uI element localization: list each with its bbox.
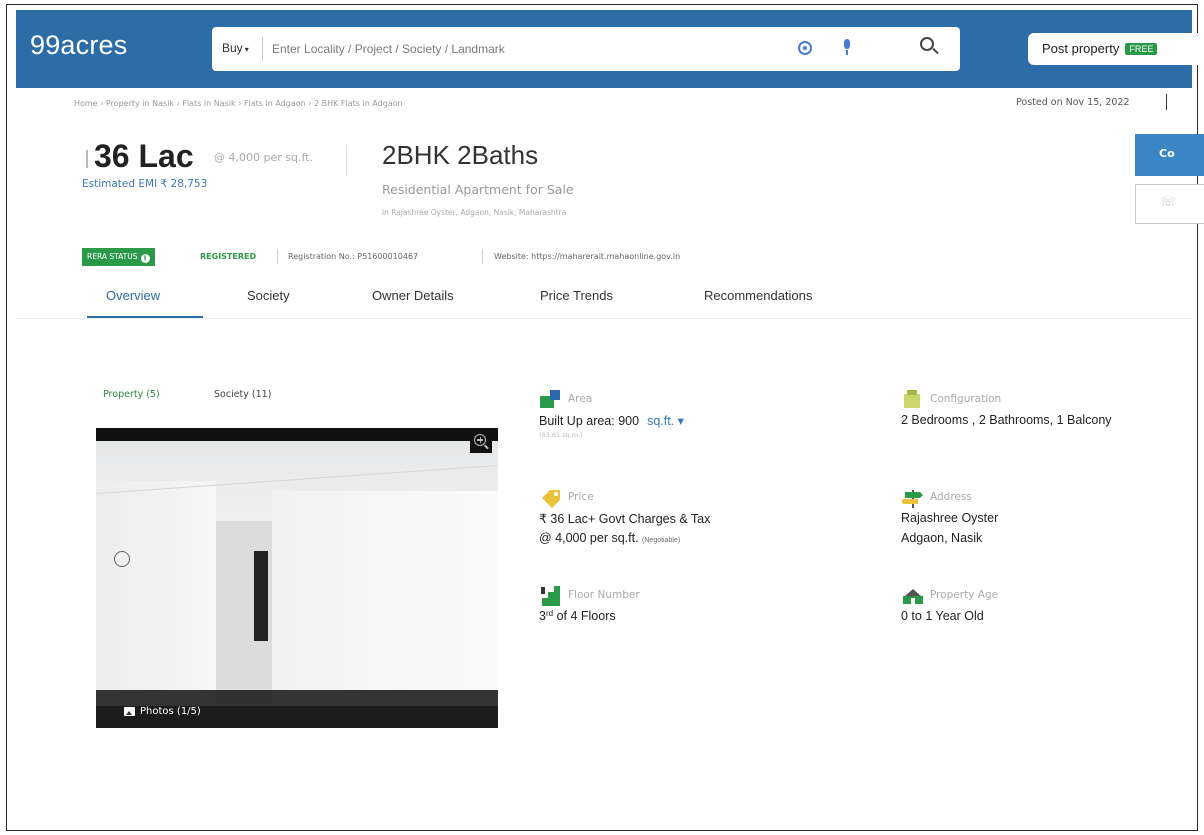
property-photo[interactable]: Photos (1/5): [96, 428, 498, 728]
tab-society[interactable]: Society: [247, 288, 290, 303]
tab-overview[interactable]: Overview: [106, 288, 160, 303]
tab-divider: [16, 318, 1192, 319]
floor-suffix: rd: [545, 609, 554, 618]
address-label: Address: [930, 491, 972, 503]
info-icon[interactable]: i: [140, 254, 150, 263]
wall-fixture: [114, 551, 130, 567]
rera-status-badge: RERA STATUS i: [82, 248, 155, 266]
price-label: Price: [568, 491, 594, 503]
price-detail-value: ₹ 36 Lac+ Govt Charges & Tax: [539, 512, 711, 526]
area-icon: [540, 390, 560, 408]
property-age-label: Property Age: [930, 589, 999, 601]
posted-divider: [1166, 94, 1167, 110]
floor-total: of 4 Floors: [556, 609, 616, 623]
tab-recommendations[interactable]: Recommendations: [704, 288, 812, 303]
area-value: Built Up area: 900 sq.ft. ▾: [539, 413, 684, 428]
contact-owner-button[interactable]: Co: [1135, 134, 1204, 176]
post-property-button[interactable]: Post property FREE: [1028, 33, 1204, 65]
estimated-emi-link[interactable]: Estimated EMI ₹ 28,753: [82, 178, 207, 190]
price-tag-icon: [542, 490, 560, 508]
price-per-sqft-detail: @ 4,000 per sq.ft. (Negotiable): [539, 531, 680, 545]
area-value-text: Built Up area: 900: [539, 414, 640, 428]
area-unit-dropdown[interactable]: sq.ft. ▾: [647, 414, 684, 428]
chevron-down-icon: ▾: [244, 45, 249, 54]
rupee-icon: [86, 150, 88, 168]
photo-image: [96, 441, 498, 706]
locate-me-icon[interactable]: [798, 41, 812, 55]
search-icon[interactable]: [920, 37, 940, 57]
price-value: 36 Lac: [94, 138, 194, 174]
area-sqm-note: (83.61 sq.m.): [539, 431, 583, 439]
configuration-value: 2 Bedrooms , 2 Bathrooms, 1 Balcony: [901, 413, 1112, 427]
address-line1: Rajashree Oyster: [901, 511, 999, 525]
post-property-label: Post property: [1042, 41, 1120, 56]
floor-number-value: 3rd of 4 Floors: [539, 609, 616, 623]
price-per-sqft-text: @ 4,000 per sq.ft.: [539, 531, 639, 545]
buy-dropdown[interactable]: Buy ▾: [222, 41, 249, 55]
zoom-in-icon[interactable]: [470, 431, 492, 453]
rera-registered: REGISTERED: [200, 252, 257, 261]
posted-date: Posted on Nov 15, 2022: [1016, 97, 1130, 108]
rera-registration-no: Registration No.: P51600010467: [288, 252, 419, 261]
configuration-label: Configuration: [930, 393, 1002, 405]
address-signpost-icon: [902, 490, 923, 508]
rera-divider: [277, 249, 278, 264]
photos-count[interactable]: Photos (1/5): [126, 706, 201, 717]
header-divider: [346, 146, 347, 176]
property-title: 2BHK 2Baths: [382, 140, 539, 170]
mic-icon[interactable]: [842, 39, 852, 55]
search-input[interactable]: [272, 37, 752, 61]
tab-owner-details[interactable]: Owner Details: [372, 288, 454, 303]
configuration-icon: [904, 390, 920, 408]
media-tab-society[interactable]: Society (11): [214, 389, 271, 400]
buy-dropdown-label: Buy: [222, 41, 243, 55]
negotiable-tag: (Negotiable): [642, 537, 681, 544]
property-age-value: 0 to 1 Year Old: [901, 609, 984, 623]
price-per-sqft: @ 4,000 per sq.ft.: [214, 151, 313, 164]
floor-number: 3: [539, 609, 546, 623]
floor-number-label: Floor Number: [568, 589, 640, 601]
media-tab-property[interactable]: Property (5): [103, 389, 160, 400]
address-line2: Adgaon, Nasik: [901, 531, 983, 545]
area-label: Area: [568, 393, 593, 405]
rera-website-link[interactable]: Website: https://maharerait.mahaonline.g…: [494, 252, 680, 261]
phone-icon[interactable]: ☏: [1135, 184, 1204, 224]
site-logo[interactable]: 99acres: [30, 30, 127, 61]
rera-divider: [482, 249, 483, 264]
property-location: in Rajashree Oyster, Adgaon, Nasik, Maha…: [382, 208, 567, 217]
free-badge: FREE: [1125, 43, 1158, 55]
search-divider: [262, 37, 263, 61]
tab-price-trends[interactable]: Price Trends: [540, 288, 613, 303]
property-age-icon: [903, 589, 923, 604]
top-navbar: 99acres Buy▾ Post property FREE: [16, 10, 1204, 88]
rera-status-label: RERA STATUS: [87, 252, 138, 261]
search-bar: Buy ▾: [212, 27, 960, 71]
breadcrumb[interactable]: Home › Property in Nasik › Flats in Nasi…: [74, 99, 403, 108]
property-subtitle: Residential Apartment for Sale: [382, 182, 574, 197]
floor-number-icon: [541, 586, 560, 606]
